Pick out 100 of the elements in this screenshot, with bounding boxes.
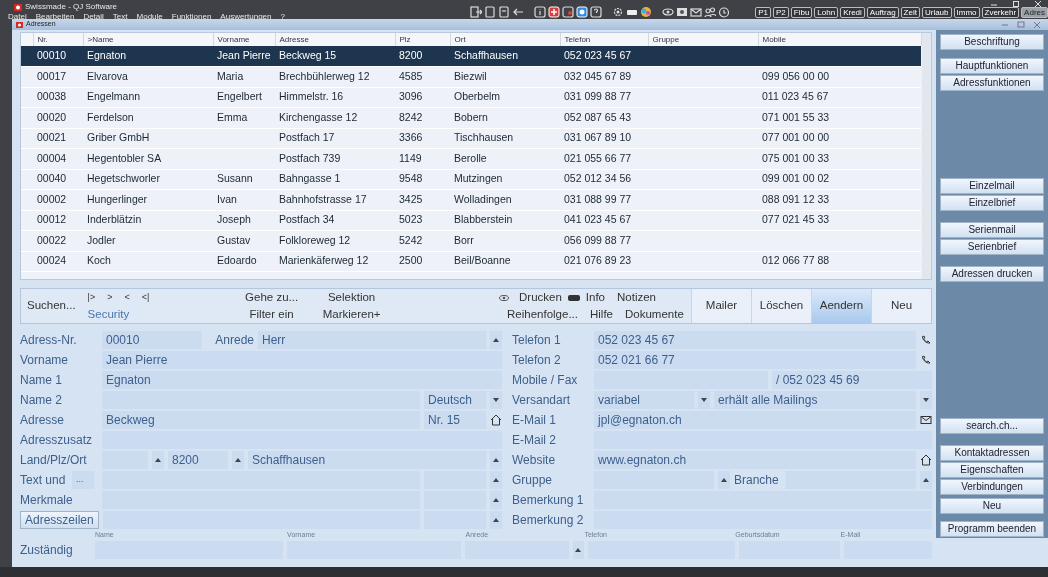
mail-icon[interactable] — [690, 6, 702, 18]
column-header[interactable]: Telefon — [560, 33, 648, 46]
side-button[interactable]: Serienmail — [940, 222, 1044, 238]
selection-button[interactable]: Selektion — [311, 289, 392, 307]
side-button[interactable]: search.ch... — [940, 418, 1044, 434]
side-button[interactable]: Beschriftung — [940, 34, 1044, 50]
module-tab[interactable]: Fibu — [790, 7, 813, 18]
menu-item[interactable]: Text — [112, 11, 128, 23]
table-row[interactable]: 00012 Inderblätzin Joseph Postfach 34 5023 Blabberstein 041 023 45 67 077 021 45 33 — [21, 210, 921, 231]
module-tab[interactable]: Urlaub — [921, 7, 952, 18]
mail-icon[interactable] — [920, 415, 932, 425]
menu-item[interactable]: ? — [280, 11, 285, 23]
plus-icon[interactable] — [548, 6, 560, 18]
column-header[interactable]: >Name — [83, 33, 213, 46]
table-row[interactable]: 00020 Ferdelson Emma Kirchengasse 12 8242 Bobern 052 087 65 43 071 001 55 33 — [21, 107, 921, 128]
home-icon[interactable] — [490, 414, 502, 426]
input-field[interactable]: Jean Pierre — [102, 351, 502, 369]
module-tab[interactable]: Zverkehr — [981, 7, 1020, 18]
dropdown-arrow-icon[interactable] — [235, 458, 241, 462]
input-field[interactable]: jpl@egnaton.ch — [594, 411, 916, 429]
table-row[interactable]: 00038 Engelmann Engelbert Himmelstr. 16 3096 Oberbelm 031 099 88 77 011 023 45 67 — [21, 87, 921, 108]
input-field[interactable]: Deutsch — [424, 391, 486, 409]
input-field[interactable]: variabel — [594, 391, 694, 409]
side-button[interactable]: Verbindungen — [940, 479, 1044, 495]
side-button[interactable]: Adressen drucken — [940, 266, 1044, 282]
column-header[interactable]: Adresse — [275, 33, 395, 46]
module-tab[interactable]: P2 — [772, 7, 789, 18]
input-field[interactable]: 052 021 66 77 — [594, 351, 916, 369]
input-field[interactable]: 8200 — [168, 451, 228, 469]
column-header[interactable]: Nr. — [33, 33, 83, 46]
side-button[interactable]: Kontaktadressen — [940, 445, 1044, 461]
column-header[interactable]: Plz — [395, 33, 450, 46]
settings-icon[interactable] — [612, 6, 624, 18]
side-button[interactable]: Serienbrief — [940, 239, 1044, 255]
document-icon[interactable] — [498, 6, 510, 18]
nav-button[interactable]: <| — [135, 289, 156, 306]
help-icon[interactable] — [590, 6, 602, 18]
address-lines-button[interactable]: Adresszeilen — [20, 511, 99, 529]
input-field[interactable]: 00010 — [102, 331, 202, 349]
table-row[interactable]: 00002 Hungerlinger Ivan Bahnhofstrasse 17 3425 Wolladingen 031 088 99 77 088 091 12 33 — [21, 189, 921, 210]
input-field[interactable]: Herr — [258, 331, 486, 349]
timer-icon[interactable] — [718, 6, 730, 18]
input-field[interactable]: erhält alle Mailings — [714, 391, 916, 409]
input-field[interactable]: / 052 023 45 69 — [772, 371, 932, 389]
table-row[interactable]: 00010 Egnaton Jean Pierre Beckweg 15 8200 Schaffhausen 052 023 45 67 — [21, 46, 921, 67]
back-arrow-icon[interactable] — [512, 6, 524, 18]
menu-item[interactable]: Bearbeiten — [35, 11, 75, 23]
side-button[interactable]: Adressfunktionen — [940, 75, 1044, 91]
dropdown-arrow-icon[interactable] — [493, 458, 499, 462]
dropdown-arrow-icon[interactable] — [493, 398, 499, 402]
dropdown-arrow-icon[interactable] — [575, 548, 582, 552]
side-button[interactable]: Einzelmail — [940, 178, 1044, 194]
documents-button[interactable]: Dokumente — [619, 306, 690, 324]
column-header[interactable]: Mobile — [758, 33, 921, 46]
input-field[interactable]: www.egnaton.ch — [594, 451, 916, 469]
module-tab[interactable]: Zeit — [900, 7, 920, 18]
dropdown-arrow-icon[interactable] — [155, 458, 161, 462]
help-button[interactable]: Hilfe — [583, 306, 619, 324]
action-button[interactable]: Mailer — [691, 289, 751, 323]
menu-item[interactable]: Module — [136, 11, 163, 23]
menu-item[interactable]: Datei — [8, 11, 27, 23]
phone-icon[interactable] — [920, 354, 932, 366]
filter-button[interactable]: Filter ein — [231, 306, 312, 324]
security-button[interactable]: Security — [81, 305, 232, 323]
home-icon[interactable] — [920, 454, 932, 466]
action-button[interactable]: Löschen — [751, 289, 811, 323]
action-button[interactable]: Neu — [871, 289, 931, 323]
table-row[interactable]: 00040 Hegetschworler Susann Bahngasse 1 9548 Mutzingen 052 012 34 56 099 001 00 02 — [21, 169, 921, 190]
dropdown-arrow-icon[interactable] — [721, 478, 727, 482]
dropdown-arrow-icon[interactable] — [493, 518, 499, 522]
phone-icon[interactable] — [920, 334, 932, 346]
info-icon[interactable] — [534, 6, 546, 18]
nav-button[interactable]: < — [118, 289, 136, 306]
column-header[interactable]: Gruppe — [648, 33, 758, 46]
photo-icon[interactable] — [676, 6, 688, 18]
module-tab[interactable]: Auftrag — [866, 7, 899, 18]
side-button[interactable]: Einzelbrief — [940, 195, 1044, 211]
module-tab[interactable]: Kredi — [840, 7, 865, 18]
table-row[interactable]: 00024 Koch Edoardo Marienkäferweg 12 2500 Beil/Boanne 021 076 89 23 012 066 77 88 — [21, 251, 921, 272]
action-button[interactable]: Aendern — [811, 289, 871, 323]
table-row[interactable]: 00021 Griber GmbH Postfach 17 3366 Tischhausen 031 067 89 10 077 001 00 00 — [21, 128, 921, 149]
exit-icon[interactable] — [470, 6, 482, 18]
side-button[interactable]: Eigenschaften — [940, 462, 1044, 478]
notes-button[interactable]: Notizen — [611, 289, 662, 307]
sort-order-button[interactable]: Reihenfolge... — [501, 306, 584, 324]
input-field[interactable]: Schaffhausen — [248, 451, 486, 469]
mark-button[interactable]: Markieren+ — [311, 306, 392, 324]
dropdown-arrow-icon[interactable] — [493, 498, 499, 502]
eye-icon[interactable] — [662, 6, 674, 18]
column-header[interactable]: Vorname — [213, 33, 275, 46]
info-button[interactable]: Info — [579, 289, 611, 307]
dropdown-arrow-icon[interactable] — [493, 338, 499, 342]
module-tab[interactable]: Immo — [953, 7, 980, 18]
palette-icon[interactable] — [640, 6, 652, 18]
eye-icon[interactable] — [499, 293, 509, 302]
side-button[interactable]: Neu — [940, 498, 1044, 514]
dropdown-arrow-icon[interactable] — [923, 478, 929, 482]
table-row[interactable]: 00017 Elvarova Maria Brechbühlerweg 12 4585 Biezwil 032 045 67 89 099 056 00 00 — [21, 66, 921, 87]
column-header[interactable]: Ort — [450, 33, 560, 46]
print-button[interactable]: Drucken — [513, 289, 568, 307]
